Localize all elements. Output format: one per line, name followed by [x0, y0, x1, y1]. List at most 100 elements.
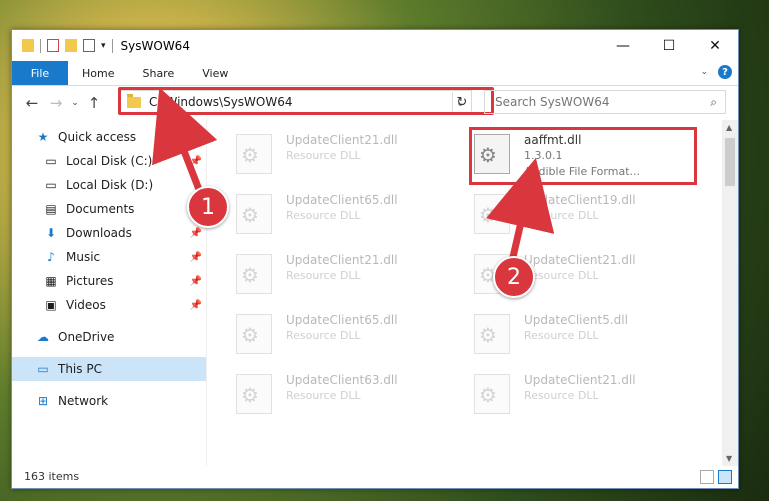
- tab-share[interactable]: Share: [128, 61, 188, 85]
- minimize-button[interactable]: —: [600, 30, 646, 61]
- file-type: Resource DLL: [286, 209, 361, 222]
- file-tile[interactable]: UpdateClient21.dll Resource DLL: [212, 128, 432, 180]
- up-arrow-icon[interactable]: ↑: [82, 94, 106, 112]
- file-tile[interactable]: UpdateClient65.dll Resource DLL: [212, 188, 432, 240]
- sidebar-item-this-pc[interactable]: ▭ This PC: [12, 357, 206, 381]
- dll-file-icon: [474, 374, 510, 414]
- file-name: UpdateClient19.dll: [524, 193, 636, 207]
- file-list: UpdateClient21.dllResource DLL aaffmt.dl…: [212, 120, 722, 466]
- network-icon: ⊞: [37, 394, 49, 408]
- sidebar-item-quick-access[interactable]: ★ Quick access: [12, 125, 206, 149]
- dll-file-icon: [236, 194, 272, 234]
- pin-icon[interactable]: 📌: [190, 252, 202, 263]
- maximize-button[interactable]: ☐: [646, 30, 692, 61]
- tiles-view-icon[interactable]: [718, 470, 732, 484]
- file-explorer-window: ▾ SysWOW64 — ☐ ✕ File Home Share View ⌄ …: [11, 29, 739, 489]
- pin-icon[interactable]: 📌: [190, 276, 202, 287]
- file-tile[interactable]: UpdateClient63.dll Resource DLL: [212, 368, 432, 420]
- expand-ribbon-icon[interactable]: ⌄: [700, 67, 708, 77]
- search-icon[interactable]: ⌕: [710, 95, 717, 110]
- properties-icon[interactable]: [47, 39, 59, 52]
- music-icon: ♪: [47, 250, 55, 264]
- tab-file[interactable]: File: [12, 61, 68, 85]
- scroll-down-icon[interactable]: ▼: [726, 454, 732, 463]
- search-box[interactable]: ⌕: [484, 90, 726, 114]
- file-name: UpdateClient63.dll: [286, 373, 398, 387]
- dll-file-icon: [236, 314, 272, 354]
- dll-file-icon: [236, 254, 272, 294]
- pin-icon[interactable]: 📌: [190, 300, 202, 311]
- scroll-up-icon[interactable]: ▲: [726, 123, 732, 132]
- file-type: Resource DLL: [524, 269, 599, 282]
- file-name: UpdateClient65.dll: [286, 313, 398, 327]
- sidebar-item-documents[interactable]: ▤ Documents: [12, 197, 206, 221]
- document-icon: ▤: [45, 202, 57, 216]
- file-name: UpdateClient21.dll: [286, 253, 398, 267]
- file-tile[interactable]: UpdateClient21.dll Resource DLL: [212, 248, 432, 300]
- sidebar-item-label: Quick access: [58, 130, 137, 144]
- divider: [40, 38, 41, 53]
- sidebar-item-label: Music: [66, 250, 101, 264]
- new-folder-icon[interactable]: [65, 39, 77, 52]
- sidebar-item-music[interactable]: ♪ Music 📌: [12, 245, 206, 269]
- search-input[interactable]: [493, 94, 697, 110]
- ribbon-tabs: File Home Share View ⌄ ?: [12, 61, 738, 86]
- sidebar-item-local-disk-c[interactable]: ▭ Local Disk (C:) 📌: [12, 149, 206, 173]
- back-arrow-icon[interactable]: ←: [20, 94, 44, 112]
- forward-arrow-icon[interactable]: →: [44, 94, 68, 112]
- file-tile[interactable]: UpdateClient21.dll Resource DLL: [450, 368, 670, 420]
- scrollbar-thumb[interactable]: [725, 138, 735, 186]
- sidebar-item-onedrive[interactable]: ☁ OneDrive: [12, 325, 206, 349]
- sidebar-item-label: Local Disk (C:): [66, 154, 153, 168]
- folder-icon: [22, 39, 34, 52]
- file-type: Resource DLL: [286, 389, 361, 402]
- details-view-icon[interactable]: [700, 470, 714, 484]
- file-name: UpdateClient21.dll: [524, 253, 636, 267]
- dll-file-icon: [474, 314, 510, 354]
- navigation-pane: ★ Quick access ▭ Local Disk (C:) 📌 ▭ Loc…: [12, 120, 206, 466]
- file-tile[interactable]: UpdateClient65.dll Resource DLL: [212, 308, 432, 360]
- sidebar-item-label: Videos: [66, 298, 106, 312]
- sidebar-item-label: OneDrive: [58, 330, 115, 344]
- view-icon[interactable]: [83, 39, 95, 52]
- tab-view[interactable]: View: [188, 61, 242, 85]
- file-tile[interactable]: UpdateClient21.dll Resource DLL: [450, 248, 670, 300]
- status-bar: 163 items: [12, 464, 738, 488]
- quick-access-toolbar: ▾: [22, 38, 113, 53]
- tab-home[interactable]: Home: [68, 61, 128, 85]
- sidebar-item-pictures[interactable]: ▦ Pictures 📌: [12, 269, 206, 293]
- dll-file-icon: [474, 194, 510, 234]
- cloud-icon: ☁: [37, 330, 49, 344]
- file-tile[interactable]: UpdateClient5.dll Resource DLL: [450, 308, 670, 360]
- file-tile[interactable]: UpdateClient19.dll Resource DLL: [450, 188, 670, 240]
- picture-icon: ▦: [45, 274, 57, 288]
- computer-icon: ▭: [37, 362, 49, 376]
- close-button[interactable]: ✕: [692, 30, 738, 61]
- download-icon: ⬇: [45, 226, 57, 240]
- recent-locations-icon[interactable]: ⌄: [68, 98, 82, 108]
- vertical-scrollbar[interactable]: ▲ ▼: [722, 120, 738, 466]
- file-name: UpdateClient65.dll: [286, 193, 398, 207]
- file-type: Resource DLL: [286, 329, 361, 342]
- sidebar-item-label: Local Disk (D:): [66, 178, 154, 192]
- file-type: Resource DLL: [524, 329, 599, 342]
- pin-icon[interactable]: 📌: [190, 156, 202, 167]
- address-bar-highlight: [118, 87, 494, 115]
- sidebar-item-network[interactable]: ⊞ Network: [12, 389, 206, 413]
- file-type: Resource DLL: [524, 389, 599, 402]
- selected-file-highlight: [469, 127, 697, 185]
- drive-icon: ▭: [45, 178, 57, 192]
- video-icon: ▣: [45, 298, 57, 312]
- sidebar-item-label: This PC: [58, 362, 102, 376]
- sidebar-item-label: Pictures: [66, 274, 114, 288]
- sidebar-item-downloads[interactable]: ⬇ Downloads 📌: [12, 221, 206, 245]
- sidebar-item-videos[interactable]: ▣ Videos 📌: [12, 293, 206, 317]
- drive-icon: ▭: [45, 154, 57, 168]
- help-icon[interactable]: ?: [718, 65, 732, 79]
- customize-toolbar-icon[interactable]: ▾: [101, 41, 106, 51]
- pane-divider: [206, 120, 207, 466]
- file-name: UpdateClient5.dll: [524, 313, 628, 327]
- sidebar-item-local-disk-d[interactable]: ▭ Local Disk (D:): [12, 173, 206, 197]
- pin-icon[interactable]: 📌: [190, 228, 202, 239]
- step-1-badge: 1: [187, 186, 229, 228]
